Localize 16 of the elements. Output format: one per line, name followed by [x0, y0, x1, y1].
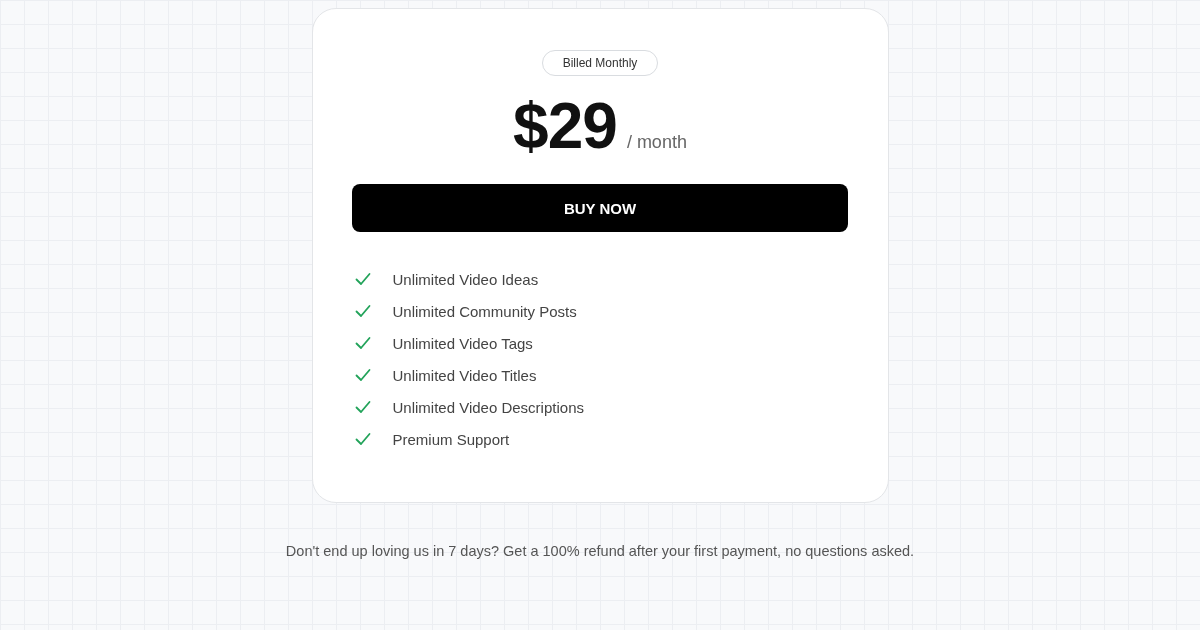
feature-text: Unlimited Video Ideas — [392, 270, 539, 288]
checkmark-icon — [354, 368, 371, 382]
checkmark-icon — [354, 400, 371, 414]
feature-text: Premium Support — [392, 430, 510, 448]
buy-now-button[interactable]: BUY NOW — [352, 184, 848, 232]
checkmark-icon — [354, 272, 371, 286]
checkmark-icon — [354, 336, 371, 350]
price-period: / month — [626, 132, 687, 153]
checkmark-icon — [354, 304, 371, 318]
feature-text: Unlimited Video Titles — [392, 366, 537, 384]
price: $29 — [513, 89, 617, 164]
checkmark-icon — [354, 432, 371, 446]
refund-note: Don't end up loving us in 7 days? Get a 100% refund after your first payment, no questions asked. — [285, 543, 915, 559]
feature-text: Unlimited Community Posts — [392, 302, 577, 320]
feature-text: Unlimited Video Descriptions — [392, 398, 584, 416]
feature-text: Unlimited Video Tags — [392, 334, 533, 352]
